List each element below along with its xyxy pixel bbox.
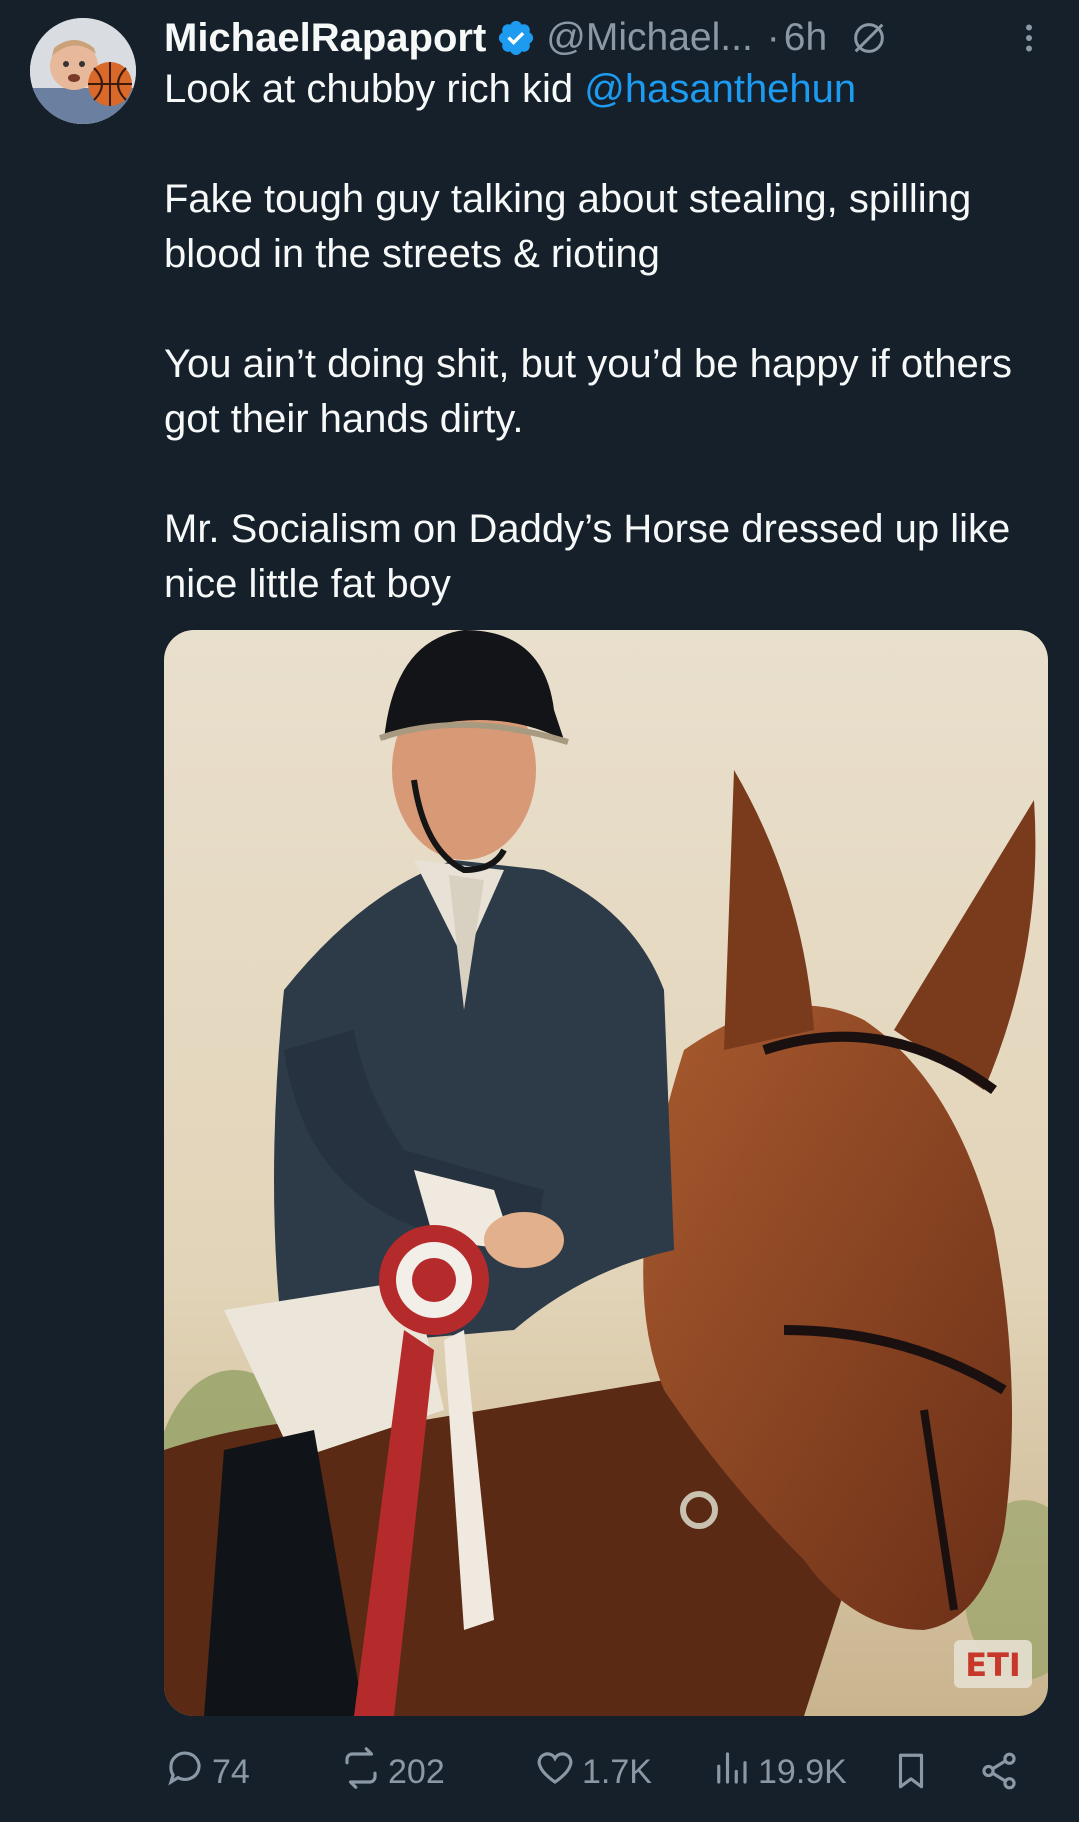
- repost-icon: [340, 1746, 388, 1798]
- views-chart-icon: [710, 1747, 758, 1798]
- reply-icon: [164, 1747, 212, 1798]
- tweet-header: MichaelRapaport @Michael... · 6h: [164, 10, 1059, 66]
- views-button[interactable]: 19.9K: [710, 1747, 847, 1798]
- reply-count: 74: [212, 1752, 250, 1791]
- tweet-paragraph-1: Look at chubby rich kid @hasanthehun: [164, 62, 1044, 117]
- tweet-paragraph-3: You ain’t doing shit, but you’d be happy…: [164, 342, 1013, 441]
- tweet-text-prefix: Look at chubby rich kid: [164, 67, 585, 111]
- bookmark-button[interactable]: [890, 1750, 932, 1797]
- photo-watermark: ETI: [965, 1646, 1021, 1684]
- tweet-timestamp[interactable]: 6h: [784, 16, 827, 60]
- tweet-photo[interactable]: ETI: [164, 630, 1048, 1716]
- tweet-paragraph-2: Fake tough guy talking about stealing, s…: [164, 177, 972, 276]
- like-count: 1.7K: [582, 1752, 652, 1791]
- reply-button[interactable]: 74: [164, 1747, 250, 1798]
- author-display-name[interactable]: MichaelRapaport: [164, 16, 486, 61]
- repost-button[interactable]: 202: [340, 1746, 445, 1798]
- tweet-paragraph-4: Mr. Socialism on Daddy’s Horse dressed u…: [164, 507, 1011, 606]
- repost-count: 202: [388, 1752, 445, 1791]
- verified-badge-icon: [496, 18, 536, 58]
- tweet-action-bar: 74 202 1.7K 19.9K: [164, 1744, 1044, 1800]
- author-avatar[interactable]: [30, 18, 136, 124]
- more-vertical-icon[interactable]: [1009, 18, 1049, 58]
- mention-link[interactable]: @hasanthehun: [584, 67, 856, 111]
- tweet-text: Look at chubby rich kid @hasanthehun Fak…: [164, 62, 1044, 612]
- bookmark-icon: [890, 1753, 932, 1796]
- grok-icon[interactable]: [849, 18, 889, 58]
- views-count: 19.9K: [758, 1752, 847, 1791]
- share-icon: [978, 1752, 1020, 1796]
- separator-dot: ·: [766, 16, 780, 59]
- like-button[interactable]: 1.7K: [534, 1747, 652, 1798]
- heart-icon: [534, 1747, 582, 1798]
- share-button[interactable]: [978, 1750, 1020, 1797]
- author-handle[interactable]: @Michael...: [546, 16, 752, 60]
